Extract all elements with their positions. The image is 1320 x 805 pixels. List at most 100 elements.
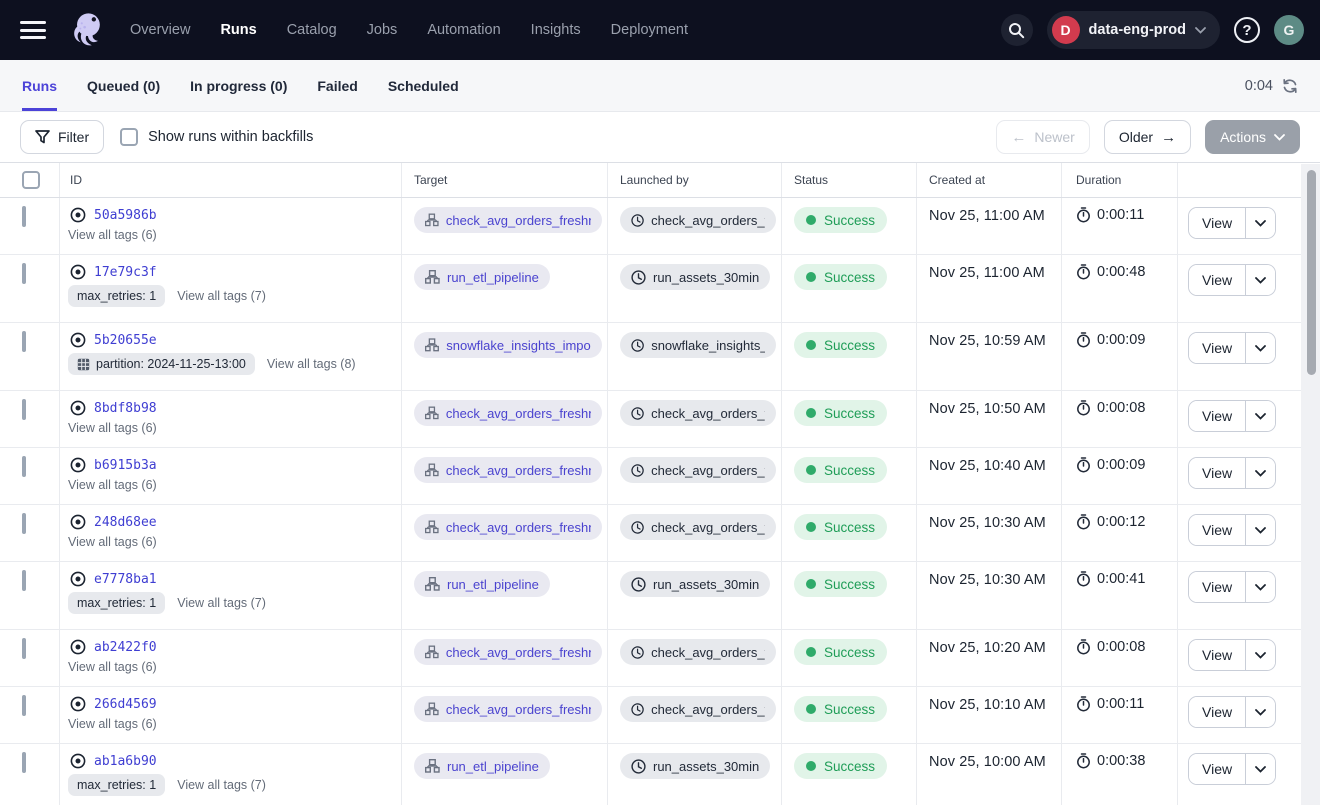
launched-by-pill[interactable]: check_avg_orders_f… <box>620 639 776 665</box>
run-id-link[interactable]: 5b20655e <box>94 333 157 348</box>
view-all-tags-link[interactable]: View all tags (8) <box>267 357 356 371</box>
target-pill[interactable]: check_avg_orders_freshne <box>414 696 602 722</box>
run-id-link[interactable]: 50a5986b <box>94 208 157 223</box>
view-all-tags-link[interactable]: View all tags (7) <box>177 778 266 792</box>
launched-by-pill[interactable]: check_avg_orders_f… <box>620 514 776 540</box>
launched-by-pill[interactable]: check_avg_orders_f… <box>620 457 776 483</box>
run-tag-pill[interactable]: partition: 2024-11-25-13:00 <box>68 353 255 375</box>
target-pill[interactable]: run_etl_pipeline <box>414 753 550 779</box>
view-dropdown-button[interactable] <box>1245 572 1275 602</box>
scrollbar-thumb[interactable] <box>1307 170 1316 375</box>
row-checkbox[interactable] <box>22 695 26 716</box>
view-dropdown-button[interactable] <box>1245 401 1275 431</box>
tab-queued-0[interactable]: Queued (0) <box>87 60 160 111</box>
run-id-link[interactable]: ab1a6b90 <box>94 754 157 769</box>
run-tag-pill[interactable]: max_retries: 1 <box>68 285 165 307</box>
view-button[interactable]: View <box>1189 572 1245 602</box>
menu-icon[interactable] <box>20 21 46 39</box>
view-dropdown-button[interactable] <box>1245 333 1275 363</box>
nav-item-jobs[interactable]: Jobs <box>367 22 398 38</box>
target-pill[interactable]: snowflake_insights_import <box>414 332 602 358</box>
nav-item-deployment[interactable]: Deployment <box>611 22 688 38</box>
row-checkbox[interactable] <box>22 638 26 659</box>
row-checkbox[interactable] <box>22 331 26 352</box>
view-dropdown-button[interactable] <box>1245 515 1275 545</box>
newer-button[interactable]: ← Newer <box>996 120 1089 154</box>
row-checkbox[interactable] <box>22 513 26 534</box>
nav-item-runs[interactable]: Runs <box>220 22 256 38</box>
filter-button[interactable]: Filter <box>20 120 104 154</box>
launched-by-pill[interactable]: check_avg_orders_f… <box>620 400 776 426</box>
run-id-link[interactable]: b6915b3a <box>94 458 157 473</box>
view-all-tags-link[interactable]: View all tags (6) <box>68 478 157 492</box>
view-dropdown-button[interactable] <box>1245 754 1275 784</box>
run-id-link[interactable]: 8bdf8b98 <box>94 401 157 416</box>
tab-runs[interactable]: Runs <box>22 60 57 111</box>
deployment-switcher[interactable]: D data-eng-prod <box>1047 11 1220 49</box>
target-pill[interactable]: check_avg_orders_freshne <box>414 207 602 233</box>
run-id-link[interactable]: e7778ba1 <box>94 572 157 587</box>
tab-failed[interactable]: Failed <box>317 60 357 111</box>
run-tag-pill[interactable]: max_retries: 1 <box>68 592 165 614</box>
view-dropdown-button[interactable] <box>1245 265 1275 295</box>
launched-by-pill[interactable]: run_assets_30min <box>620 264 770 290</box>
nav-item-insights[interactable]: Insights <box>531 22 581 38</box>
run-id-link[interactable]: 17e79c3f <box>94 265 157 280</box>
row-checkbox[interactable] <box>22 206 26 227</box>
row-checkbox[interactable] <box>22 456 26 477</box>
run-id-link[interactable]: 266d4569 <box>94 697 157 712</box>
view-button[interactable]: View <box>1189 640 1245 670</box>
target-pill[interactable]: check_avg_orders_freshne <box>414 639 602 665</box>
view-button[interactable]: View <box>1189 208 1245 238</box>
launched-by-pill[interactable]: run_assets_30min <box>620 753 770 779</box>
view-button[interactable]: View <box>1189 458 1245 488</box>
view-dropdown-button[interactable] <box>1245 458 1275 488</box>
row-checkbox[interactable] <box>22 399 26 420</box>
run-id-link[interactable]: 248d68ee <box>94 515 157 530</box>
row-checkbox[interactable] <box>22 570 26 591</box>
view-button[interactable]: View <box>1189 333 1245 363</box>
view-button[interactable]: View <box>1189 697 1245 727</box>
run-id-link[interactable]: ab2422f0 <box>94 640 157 655</box>
older-button[interactable]: Older → <box>1104 120 1191 154</box>
view-all-tags-link[interactable]: View all tags (6) <box>68 228 157 242</box>
target-pill[interactable]: run_etl_pipeline <box>414 571 550 597</box>
view-all-tags-link[interactable]: View all tags (6) <box>68 717 157 731</box>
view-button[interactable]: View <box>1189 515 1245 545</box>
view-all-tags-link[interactable]: View all tags (7) <box>177 289 266 303</box>
target-pill[interactable]: check_avg_orders_freshne <box>414 514 602 540</box>
view-all-tags-link[interactable]: View all tags (7) <box>177 596 266 610</box>
tab-in-progress-0[interactable]: In progress (0) <box>190 60 287 111</box>
launched-by-pill[interactable]: check_avg_orders_f… <box>620 696 776 722</box>
run-tag-pill[interactable]: max_retries: 1 <box>68 774 165 796</box>
launched-by-pill[interactable]: check_avg_orders_f… <box>620 207 776 233</box>
dagster-logo[interactable] <box>68 10 106 50</box>
view-button[interactable]: View <box>1189 401 1245 431</box>
select-all-checkbox[interactable] <box>22 171 40 189</box>
view-all-tags-link[interactable]: View all tags (6) <box>68 660 157 674</box>
tab-scheduled[interactable]: Scheduled <box>388 60 459 111</box>
refresh-icon[interactable] <box>1282 78 1298 94</box>
view-button[interactable]: View <box>1189 754 1245 784</box>
nav-item-catalog[interactable]: Catalog <box>287 22 337 38</box>
help-button[interactable]: ? <box>1234 17 1260 43</box>
view-dropdown-button[interactable] <box>1245 208 1275 238</box>
view-dropdown-button[interactable] <box>1245 697 1275 727</box>
backfills-checkbox[interactable] <box>120 128 138 146</box>
nav-item-automation[interactable]: Automation <box>427 22 500 38</box>
view-dropdown-button[interactable] <box>1245 640 1275 670</box>
search-button[interactable] <box>1001 14 1033 46</box>
row-checkbox[interactable] <box>22 263 26 284</box>
actions-button[interactable]: Actions <box>1205 120 1300 154</box>
view-all-tags-link[interactable]: View all tags (6) <box>68 421 157 435</box>
scrollbar-track[interactable] <box>1301 164 1320 805</box>
row-checkbox[interactable] <box>22 752 26 773</box>
launched-by-pill[interactable]: run_assets_30min <box>620 571 770 597</box>
nav-item-overview[interactable]: Overview <box>130 22 190 38</box>
view-button[interactable]: View <box>1189 265 1245 295</box>
user-avatar[interactable]: G <box>1274 15 1304 45</box>
target-pill[interactable]: check_avg_orders_freshne <box>414 457 602 483</box>
view-all-tags-link[interactable]: View all tags (6) <box>68 535 157 549</box>
target-pill[interactable]: check_avg_orders_freshne <box>414 400 602 426</box>
launched-by-pill[interactable]: snowflake_insights_… <box>620 332 776 358</box>
